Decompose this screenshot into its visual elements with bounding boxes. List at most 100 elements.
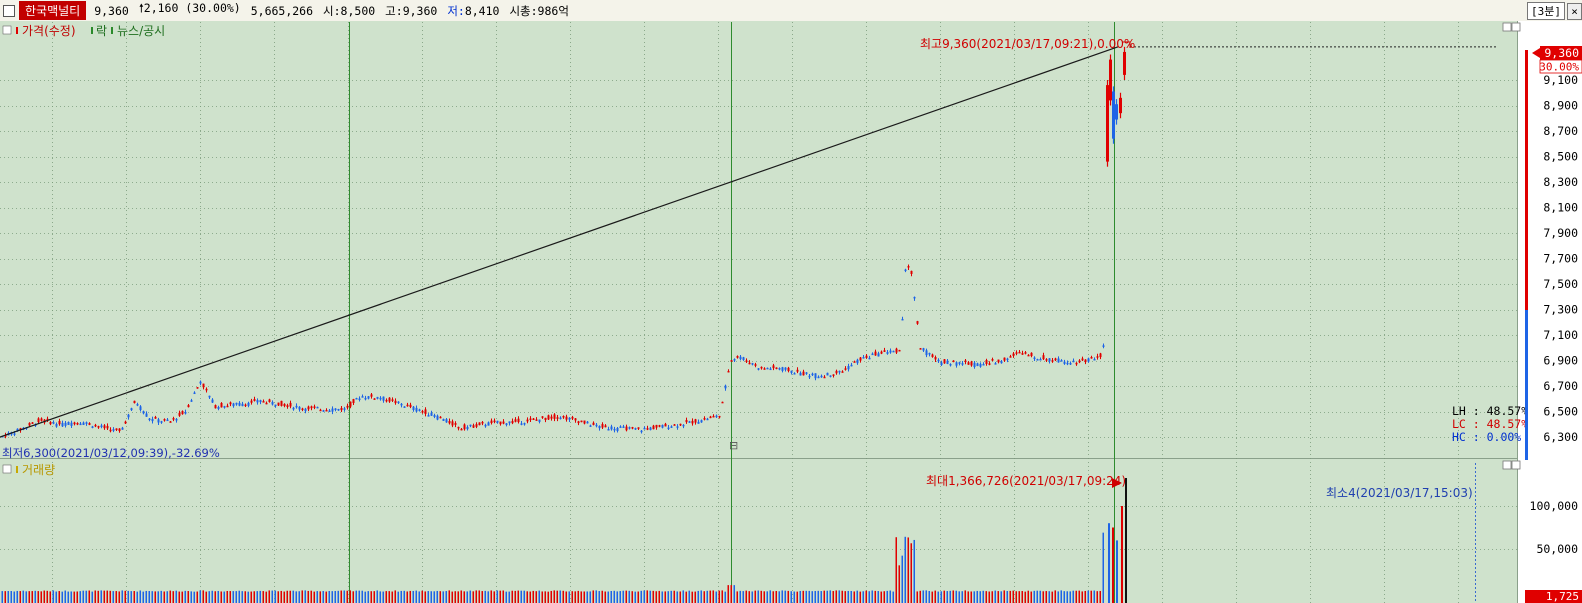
- candle-body: [70, 422, 73, 426]
- candle-body: [292, 407, 295, 410]
- candle-body: [367, 396, 370, 399]
- candle-body: [448, 421, 451, 424]
- volume-bar: [862, 591, 864, 603]
- volume-bar: [781, 590, 783, 603]
- volume-bar: [22, 590, 24, 603]
- candle-body: [49, 421, 52, 425]
- volume-bar: [244, 591, 246, 603]
- volume-bar: [400, 590, 402, 603]
- volume-bar: [772, 591, 774, 603]
- volume-bar: [526, 591, 528, 603]
- candle-body: [604, 425, 607, 428]
- volume-bar: [1090, 590, 1092, 603]
- candle-body: [565, 416, 568, 420]
- candle-body: [67, 421, 70, 425]
- candle-body: [355, 397, 358, 400]
- volume-bar: [520, 590, 522, 603]
- volume-bar: [523, 590, 525, 603]
- volume-bar: [646, 590, 648, 603]
- candle-body: [502, 421, 505, 424]
- max-volume-annotation: 최대1,366,726(2021/03/17,09:24): [926, 474, 1126, 488]
- candle-body: [862, 357, 865, 359]
- lh-ratio: LH : 48.57%: [1452, 404, 1528, 418]
- volume-bar: [874, 590, 876, 603]
- volume-bar: [1000, 591, 1002, 603]
- volume-bar: [460, 590, 462, 603]
- legend-lock[interactable]: 락: [96, 24, 107, 38]
- volume-bar: [340, 590, 342, 603]
- volume-bar: [1108, 523, 1110, 603]
- volume-bar: [247, 591, 249, 603]
- legend-price[interactable]: 가격(수정): [22, 24, 76, 38]
- candle-body: [556, 417, 559, 419]
- volume-bar: [916, 591, 918, 603]
- volume-bar: [823, 590, 825, 603]
- volume-bar: [457, 591, 459, 603]
- candle-body: [727, 370, 730, 373]
- volume-bar: [961, 591, 963, 603]
- candle-body: [553, 414, 556, 419]
- volume-bar: [214, 591, 216, 603]
- volume-panel-close-icon[interactable]: [1511, 460, 1521, 470]
- candle-body: [301, 408, 304, 411]
- price-panel-maximize-icon[interactable]: [1502, 22, 1512, 32]
- hc-ratio: HC : 0.00%: [1452, 430, 1521, 444]
- volume-bar: [535, 591, 537, 603]
- candle-body: [820, 375, 823, 378]
- candle-body: [55, 424, 58, 427]
- volume-panel-icon[interactable]: [2, 464, 12, 474]
- volume-bar: [169, 590, 171, 603]
- candle-body: [304, 408, 307, 412]
- candle-body: [298, 406, 301, 410]
- volume-panel-maximize-icon[interactable]: [1502, 460, 1512, 470]
- volume-bar: [514, 590, 516, 603]
- candle-body: [1030, 352, 1033, 357]
- candle-body: [457, 426, 460, 429]
- candle-body: [1045, 359, 1048, 361]
- candle-body: [946, 360, 949, 364]
- price-panel-close-icon[interactable]: [1511, 22, 1521, 32]
- candle-body: [262, 401, 265, 403]
- price-tick-label: 7,700: [1543, 252, 1578, 266]
- candle-body: [79, 423, 82, 426]
- volume-bar: [841, 590, 843, 603]
- candle-body: [454, 423, 457, 425]
- stock-chart[interactable]: 가격(수정) 락 뉴스/공시 최고9,360(2021/03/17,09:21)…: [0, 0, 1582, 603]
- current-pct-label: 30.00%: [1539, 61, 1579, 74]
- candle-body: [1106, 85, 1109, 162]
- volume-bar: [1121, 506, 1123, 603]
- volume-bar: [304, 590, 306, 603]
- volume-bar: [802, 590, 804, 603]
- legend-news[interactable]: 뉴스/공시: [117, 24, 165, 38]
- candle-body: [400, 403, 403, 406]
- volume-bar: [607, 591, 609, 603]
- candle-body: [1003, 357, 1006, 361]
- volume-bar: [760, 590, 762, 603]
- volume-bar: [286, 590, 288, 603]
- volume-bar: [175, 590, 177, 603]
- candle-body: [742, 357, 745, 361]
- legend-volume[interactable]: 거래량: [22, 463, 55, 477]
- price-axis[interactable]: 9,100 8,900 8,700 8,500 8,300 8,100 7,900 7,700…: [1543, 73, 1578, 444]
- volume-bar: [355, 590, 357, 603]
- price-panel-icon[interactable]: [2, 25, 12, 35]
- candle-body: [145, 413, 148, 417]
- candle-body: [103, 425, 106, 429]
- volume-bar: [19, 591, 21, 603]
- volume-bar: [226, 590, 228, 603]
- volume-bar: [418, 591, 420, 603]
- candle-body: [505, 423, 508, 426]
- candle-body: [790, 370, 793, 373]
- volume-bar: [160, 590, 162, 603]
- candle-body: [877, 353, 880, 357]
- volume-bar: [433, 591, 435, 603]
- price-tick-label: 6,500: [1543, 405, 1578, 419]
- volume-bar: [196, 591, 198, 603]
- volume-bar: [775, 590, 777, 603]
- candle-body: [994, 363, 997, 365]
- volume-bar: [568, 591, 570, 603]
- candle-body: [31, 422, 34, 424]
- candle-body: [889, 350, 892, 353]
- volume-bar: [424, 591, 426, 603]
- volume-bar: [328, 590, 330, 603]
